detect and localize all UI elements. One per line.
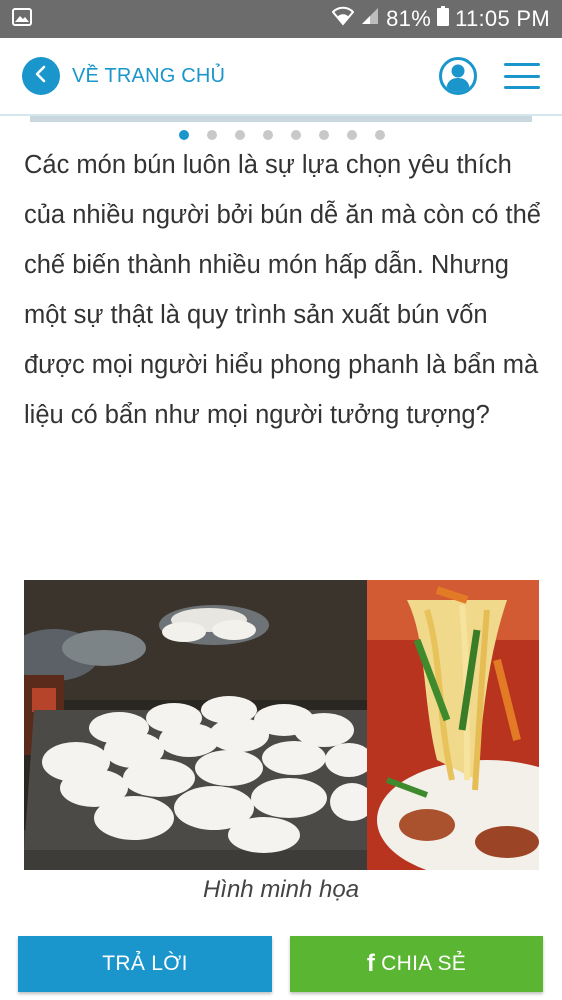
reply-button[interactable]: TRẢ LỜI	[18, 936, 272, 992]
clock: 11:05 PM	[455, 6, 550, 31]
reply-button-label: TRẢ LỜI	[102, 952, 188, 975]
share-button-label: CHIA SẺ	[381, 952, 467, 975]
back-button[interactable]	[22, 57, 60, 95]
carousel-dot[interactable]	[319, 130, 329, 140]
carousel-dot[interactable]	[263, 130, 273, 140]
menu-icon-bar	[504, 86, 540, 89]
signal-icon	[360, 6, 380, 32]
carousel-dot[interactable]	[207, 130, 217, 140]
image-icon	[12, 7, 32, 31]
share-button[interactable]: f CHIA SẺ	[290, 936, 543, 992]
article-paragraph: Các món bún luôn là sự lựa chọn yêu thíc…	[24, 151, 541, 429]
carousel-dot[interactable]	[375, 130, 385, 140]
battery-percent: 81%	[386, 6, 432, 31]
carousel-dot[interactable]	[179, 130, 189, 140]
wifi-icon	[331, 6, 355, 32]
menu-icon-bar	[504, 74, 540, 78]
status-bar: 81% 11:05 PM	[0, 0, 562, 38]
user-icon	[438, 57, 478, 100]
chevron-left-icon	[33, 65, 49, 88]
carousel-dot[interactable]	[347, 130, 357, 140]
noodle-making-photo	[24, 580, 367, 870]
facebook-icon: f	[366, 950, 376, 977]
carousel-dots	[0, 130, 562, 140]
battery-icon	[437, 6, 450, 32]
menu-button[interactable]	[504, 63, 540, 89]
menu-icon-bar	[504, 63, 540, 66]
user-account-button[interactable]	[438, 56, 478, 96]
carousel-dot[interactable]	[235, 130, 245, 140]
app-header: VỀ TRANG CHỦ	[0, 38, 562, 116]
fried-noodle-photo	[367, 580, 539, 870]
carousel-dot[interactable]	[291, 130, 301, 140]
article-figure	[24, 580, 539, 870]
figure-caption: Hình minh họa	[202, 876, 360, 903]
back-home-link[interactable]: VỀ TRANG CHỦ	[72, 65, 225, 88]
previous-image-edge	[30, 116, 532, 122]
